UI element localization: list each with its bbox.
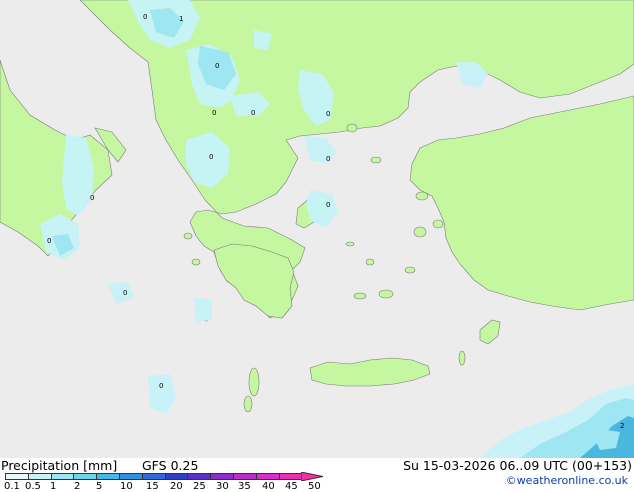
scale-label: 30: [216, 481, 229, 492]
point-value: 0: [209, 153, 213, 161]
scale-label: 1: [50, 481, 57, 492]
point-value: 0: [251, 109, 255, 117]
scale-swatch: [73, 473, 97, 480]
scale-swatch: [164, 473, 188, 480]
scale-swatch: [5, 473, 28, 480]
scale-label: 25: [193, 481, 206, 492]
scale-label: 2: [74, 481, 81, 492]
scale-label: 0.1: [4, 481, 20, 492]
point-value: 1: [179, 15, 183, 23]
scale-label: 0.5: [25, 481, 41, 492]
scale-swatch: [210, 473, 233, 480]
scale-swatch: [255, 473, 279, 480]
scale-swatch: [96, 473, 119, 480]
point-value: 0: [159, 382, 163, 390]
scale-arrow: [301, 472, 324, 481]
credit-link[interactable]: ©weatheronline.co.uk: [506, 474, 628, 487]
scale-swatch: [27, 473, 51, 480]
scale-label: 5: [96, 481, 103, 492]
precipitation-color-scale: 0.1 0.5 1 2 5 10 15 20 25 30 35 40 45 50: [0, 472, 330, 492]
point-value: 0: [326, 110, 330, 118]
point-value: 0: [47, 237, 51, 245]
valid-time: Su 15-03-2026 06..09 UTC (00+153): [403, 458, 632, 473]
point-value: 0: [123, 289, 127, 297]
map-footer: Precipitation [mm] GFS 0.25 Su 15-03-202…: [0, 458, 634, 492]
point-value: 0: [326, 155, 330, 163]
model-name: GFS 0.25: [142, 458, 199, 473]
scale-label: 15: [146, 481, 159, 492]
scale-swatch: [50, 473, 74, 480]
scale-label: 10: [120, 481, 133, 492]
scale-label: 40: [262, 481, 275, 492]
map-canvas: 0 1 0 0 0 0 0 0 0 0 0 0 0 2: [0, 0, 634, 458]
scale-swatch: [141, 473, 165, 480]
scale-label: 35: [238, 481, 251, 492]
legend-title: Precipitation [mm]: [1, 458, 118, 473]
point-value: 0: [212, 109, 216, 117]
scale-swatch: [187, 473, 211, 480]
scale-swatch: [119, 473, 142, 480]
point-value: 0: [215, 62, 219, 70]
scale-label: 20: [170, 481, 183, 492]
point-value: 0: [143, 13, 147, 21]
scale-swatch: [278, 473, 302, 480]
scale-swatch: [233, 473, 256, 480]
point-value: 2: [620, 422, 624, 430]
precipitation-map: 0 1 0 0 0 0 0 0 0 0 0 0 0 2: [0, 0, 634, 458]
point-value: 0: [90, 194, 94, 202]
point-value: 0: [326, 201, 330, 209]
scale-label: 45: [285, 481, 298, 492]
scale-label: 50: [308, 481, 321, 492]
